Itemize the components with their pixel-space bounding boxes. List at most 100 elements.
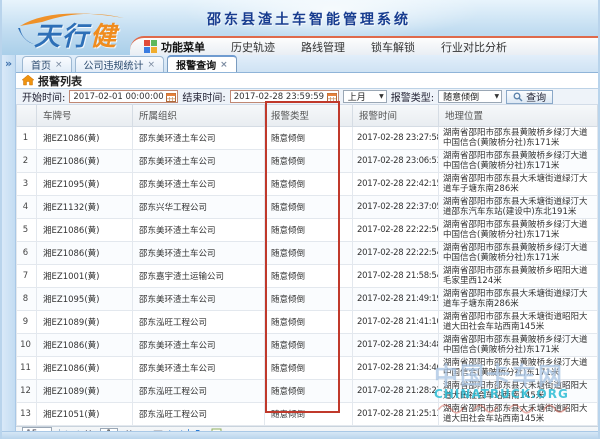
row-index-cell: 5 [17, 218, 37, 241]
table-row[interactable]: 2 湘EZ1086(黄) 邵东美环渣土车公司 随意倾倒 2017-02-28 2… [17, 149, 598, 172]
row-index-cell: 12 [17, 379, 37, 402]
table-row[interactable]: 8 湘EZ1095(黄) 邵东美环渣土车公司 随意倾倒 2017-02-28 2… [17, 287, 598, 310]
period-select[interactable]: 上月 ▼ [343, 90, 387, 103]
alarm-type-cell: 随意倾倒 [265, 287, 353, 310]
alarm-time-cell: 2017-02-28 21:41:10 [353, 310, 439, 333]
start-time-field [69, 90, 178, 103]
logo-text: 天行健 [34, 16, 118, 53]
page-title: 邵东县渣土车智能管理系统 [207, 9, 411, 29]
table-row[interactable]: 13 湘EZ1051(黄) 邵东泓旺工程公司 随意倾倒 2017-02-28 2… [17, 402, 598, 425]
alarm-time-cell: 2017-02-28 21:49:19 [353, 287, 439, 310]
row-index-cell: 3 [17, 172, 37, 195]
column-header-alarm-type[interactable]: 报警类型 [265, 105, 353, 126]
tab-label: 报警查询 [176, 57, 216, 72]
sidebar-expand-button[interactable]: » [2, 57, 15, 70]
table-row[interactable]: 10 湘EZ1086(黄) 邵东美环渣土车公司 随意倾倒 2017-02-28 … [17, 333, 598, 356]
tab-alarm-query[interactable]: 报警查询 × [167, 55, 237, 72]
nav-item-industry-compare[interactable]: 行业对比分析 [441, 39, 507, 55]
column-header-alarm-time[interactable]: 报警时间 [353, 105, 439, 126]
plate-cell: 湘EZ1095(黄) [37, 287, 133, 310]
alarm-type-cell: 随意倾倒 [265, 333, 353, 356]
alarm-table-header: 车牌号 所属组织 报警类型 报警时间 地理位置 [17, 105, 598, 126]
location-cell: 湖南省邵阳市邵东县大禾塘街道绿汀大道车子塘东南286米 [439, 172, 598, 195]
alarm-type-cell: 随意倾倒 [265, 310, 353, 333]
chevron-down-icon: ▼ [379, 93, 384, 100]
calendar-icon[interactable] [166, 92, 176, 102]
location-cell: 湖南省邵阳市邵东县大禾塘街道绿汀大道邵东汽车东站(建设中)东北191米 [439, 195, 598, 218]
nav-item-function-menu[interactable]: 功能菜单 [144, 39, 205, 55]
location-cell: 湖南省邵阳市邵东县黄陂桥乡绿汀大道中国信合(黄陂桥分社)东171米 [439, 241, 598, 264]
tab-label: 公司违规统计 [84, 57, 144, 72]
period-select-value: 上月 [348, 90, 366, 103]
column-header-plate[interactable]: 车牌号 [37, 105, 133, 126]
row-index-cell: 8 [17, 287, 37, 310]
table-row[interactable]: 9 湘EZ1089(黄) 邵东泓旺工程公司 随意倾倒 2017-02-28 21… [17, 310, 598, 333]
plate-cell: 湘EZ1132(黄) [37, 195, 133, 218]
table-row[interactable]: 3 湘EZ1095(黄) 邵东美环渣土车公司 随意倾倒 2017-02-28 2… [17, 172, 598, 195]
row-index-cell: 11 [17, 356, 37, 379]
row-index-cell: 7 [17, 264, 37, 287]
menu-grid-icon [144, 40, 157, 53]
table-row[interactable]: 11 湘EZ1086(黄) 邵东美环渣土车公司 随意倾倒 2017-02-28 … [17, 356, 598, 379]
table-row[interactable]: 4 湘EZ1132(黄) 邵东兴华工程公司 随意倾倒 2017-02-28 22… [17, 195, 598, 218]
alarm-type-cell: 随意倾倒 [265, 218, 353, 241]
panel-title: 报警列表 [38, 73, 82, 89]
search-icon [513, 92, 523, 102]
tab-company-violation-stats[interactable]: 公司违规统计 × [75, 56, 165, 72]
org-cell: 邵东美环渣土车公司 [133, 241, 265, 264]
location-cell: 湖南省邵阳市邵东县黄陂桥乡绿汀大道中国信合(黄陂桥分社)东171米 [439, 149, 598, 172]
row-index-cell: 10 [17, 333, 37, 356]
table-row[interactable]: 7 湘EZ1001(黄) 邵东嘉宇渣土运输公司 随意倾倒 2017-02-28 … [17, 264, 598, 287]
start-time-input[interactable] [73, 91, 165, 102]
plate-cell: 湘EZ1086(黄) [37, 333, 133, 356]
alarm-table-body: 1 湘EZ1086(黄) 邵东美环渣土车公司 随意倾倒 2017-02-28 2… [17, 126, 598, 425]
search-button[interactable]: 查询 [506, 90, 553, 104]
tab-label: 首页 [31, 57, 51, 72]
nav-item-label: 锁车解锁 [371, 39, 415, 55]
close-icon[interactable]: × [55, 60, 63, 70]
org-cell: 邵东美环渣土车公司 [133, 149, 265, 172]
plate-cell: 湘EZ1086(黄) [37, 356, 133, 379]
location-cell: 湖南省邵阳市邵东县大禾塘街道绿汀大道车子塘东南286米 [439, 287, 598, 310]
start-time-label: 开始时间: [22, 89, 65, 104]
plate-cell: 湘EZ1095(黄) [37, 172, 133, 195]
table-row[interactable]: 6 湘EZ1086(黄) 邵东美环渣土车公司 随意倾倒 2017-02-28 2… [17, 241, 598, 264]
alarm-type-label: 报警类型: [391, 89, 434, 104]
alarm-type-cell: 随意倾倒 [265, 356, 353, 379]
alarm-type-select[interactable]: 随意倾倒 ▼ [438, 90, 502, 103]
table-row[interactable]: 12 湘EZ1089(黄) 邵东泓旺工程公司 随意倾倒 2017-02-28 2… [17, 379, 598, 402]
org-cell: 邵东美环渣土车公司 [133, 356, 265, 379]
alarm-type-cell: 随意倾倒 [265, 126, 353, 149]
alarm-type-cell: 随意倾倒 [265, 149, 353, 172]
location-cell: 湖南省邵阳市邵东县大禾塘街道昭阳大道大田社会车站西南145米 [439, 310, 598, 333]
nav-item-lock-unlock[interactable]: 锁车解锁 [371, 39, 415, 55]
plate-cell: 湘EZ1086(黄) [37, 149, 133, 172]
nav-item-route-management[interactable]: 路线管理 [301, 39, 345, 55]
window-bottom-border [2, 431, 598, 439]
nav-item-history-track[interactable]: 历史轨迹 [231, 39, 275, 55]
alarm-time-cell: 2017-02-28 21:58:54 [353, 264, 439, 287]
plate-cell: 湘EZ1086(黄) [37, 218, 133, 241]
plate-cell: 湘EZ1089(黄) [37, 379, 133, 402]
table-row[interactable]: 1 湘EZ1086(黄) 邵东美环渣土车公司 随意倾倒 2017-02-28 2… [17, 126, 598, 149]
table-row[interactable]: 5 湘EZ1086(黄) 邵东美环渣土车公司 随意倾倒 2017-02-28 2… [17, 218, 598, 241]
close-icon[interactable]: × [220, 60, 228, 70]
chevron-down-icon: ▼ [495, 93, 500, 100]
alarm-type-select-value: 随意倾倒 [443, 90, 479, 103]
end-time-input[interactable] [234, 91, 326, 102]
column-header-location[interactable]: 地理位置 [439, 105, 598, 126]
calendar-icon[interactable] [327, 92, 337, 102]
close-icon[interactable]: × [148, 60, 156, 70]
alarm-time-cell: 2017-02-28 22:22:56 [353, 218, 439, 241]
alarm-type-cell: 随意倾倒 [265, 241, 353, 264]
alarm-time-cell: 2017-02-28 21:25:13 [353, 402, 439, 425]
tab-home[interactable]: 首页 × [22, 56, 72, 72]
location-cell: 湖南省邵阳市邵东县黄陂桥乡绿汀大道中国信合(黄陂桥分社)东171米 [439, 218, 598, 241]
location-cell: 湖南省邵阳市邵东县黄陂桥乡绿汀大道中国信合(黄陂桥分社)东171米 [439, 356, 598, 379]
plate-cell: 湘EZ1001(黄) [37, 264, 133, 287]
alarm-time-cell: 2017-02-28 22:37:05 [353, 195, 439, 218]
column-header-org[interactable]: 所属组织 [133, 105, 265, 126]
location-cell: 湖南省邵阳市邵东县黄陂桥乡绿汀大道中国信合(黄陂桥分社)东171米 [439, 333, 598, 356]
row-index-cell: 13 [17, 402, 37, 425]
org-cell: 邵东美环渣土车公司 [133, 287, 265, 310]
